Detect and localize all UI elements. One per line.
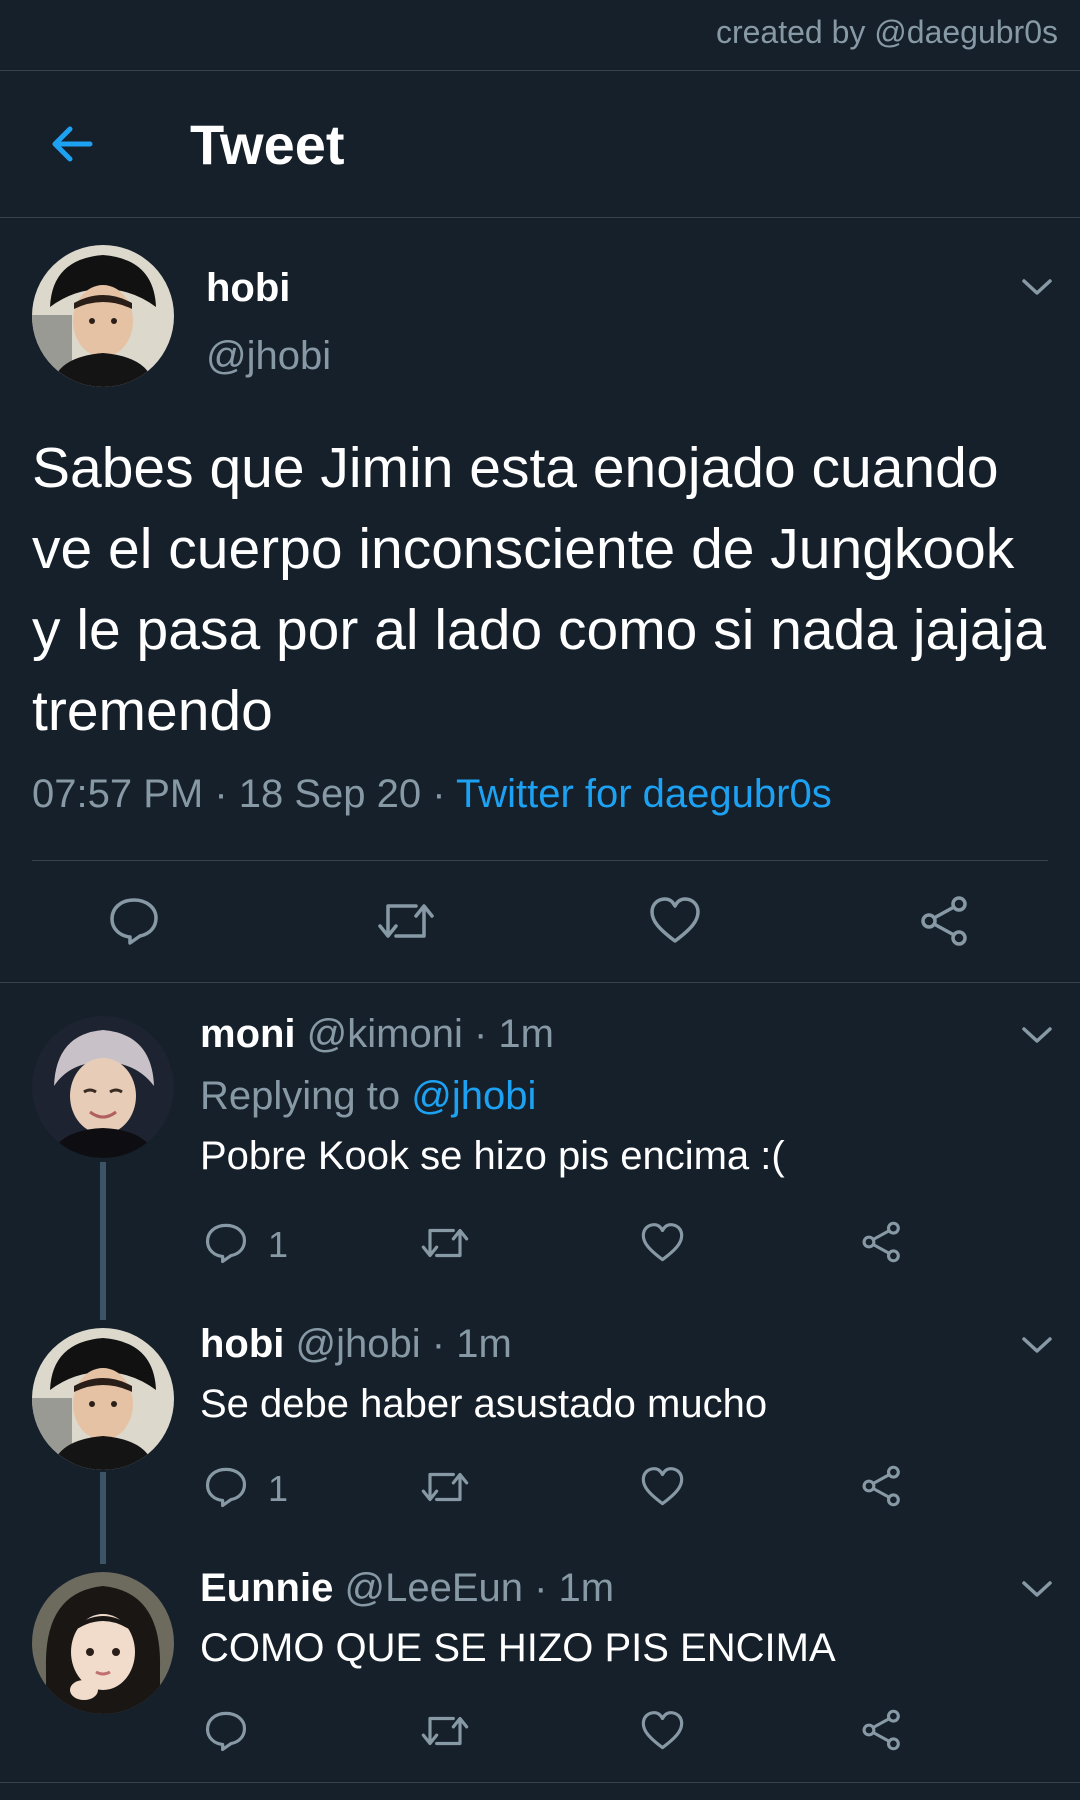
like-icon[interactable]: [640, 1710, 685, 1757]
reply-text: Se debe haber asustado mucho: [200, 1382, 768, 1426]
reply-icon[interactable]: [108, 896, 160, 951]
thread-line: [100, 1162, 106, 1320]
replying-to-mention[interactable]: @jhobi: [411, 1074, 536, 1118]
replying-to: Replying to @jhobi: [200, 1074, 536, 1119]
page-title: Tweet: [190, 113, 345, 176]
reply-count: 1: [268, 1468, 289, 1509]
chevron-down-icon[interactable]: [1020, 1578, 1054, 1600]
retweet-icon[interactable]: [420, 1466, 470, 1513]
credit-bar: created by @daegubr0s: [0, 0, 1080, 71]
reply-header: Eunnie @LeeEun · 1m: [200, 1566, 614, 1611]
avatar[interactable]: [32, 245, 174, 387]
tweet-text: Sabes que Jimin esta enojado cuando ve e…: [32, 436, 1046, 743]
reply-text: Pobre Kook se hizo pis encima :(: [200, 1134, 785, 1178]
share-icon[interactable]: [860, 1464, 904, 1513]
reply-count: 1: [268, 1224, 289, 1265]
reply-author-handle[interactable]: @LeeEun: [344, 1566, 523, 1610]
chevron-down-icon[interactable]: [1020, 1334, 1054, 1356]
like-icon[interactable]: [640, 1466, 685, 1513]
avatar[interactable]: [32, 1572, 174, 1714]
tweet-time: 07:57 PM: [32, 772, 204, 816]
reply-icon[interactable]: [204, 1710, 248, 1757]
retweet-icon[interactable]: [420, 1710, 470, 1757]
arrow-left-icon[interactable]: [48, 120, 96, 168]
divider: [0, 982, 1080, 983]
reply-icon[interactable]: [204, 1222, 248, 1269]
avatar[interactable]: [32, 1016, 174, 1158]
reply-author-name[interactable]: Eunnie: [200, 1566, 333, 1610]
tweet-date: 18 Sep 20: [238, 772, 422, 816]
credit-text: created by @daegubr0s: [715, 14, 1058, 50]
reply-header: moni @kimoni · 1m: [200, 1012, 554, 1057]
app-header: Tweet: [0, 70, 1080, 218]
reply-text: COMO QUE SE HIZO PIS ENCIMA: [200, 1626, 836, 1670]
retweet-icon[interactable]: [420, 1222, 470, 1269]
reply-time: · 1m: [534, 1566, 615, 1610]
reply-author-handle[interactable]: @jhobi: [296, 1322, 421, 1366]
divider: [32, 860, 1048, 861]
reply-author-name[interactable]: moni: [200, 1012, 296, 1056]
meta-separator: ·: [203, 772, 239, 816]
reply-header: hobi @jhobi · 1m: [200, 1322, 512, 1367]
author-handle[interactable]: @jhobi: [206, 334, 331, 379]
reply-author-name[interactable]: hobi: [200, 1322, 284, 1366]
like-icon[interactable]: [648, 896, 702, 951]
reply-icon[interactable]: [204, 1466, 248, 1513]
reply-time: · 1m: [474, 1012, 554, 1056]
share-icon[interactable]: [918, 894, 972, 953]
chevron-down-icon[interactable]: [1020, 276, 1054, 298]
share-icon[interactable]: [860, 1220, 904, 1269]
share-icon[interactable]: [860, 1708, 904, 1757]
tweet-meta: 07:57 PM · 18 Sep 20 · Twitter for daegu…: [32, 772, 832, 817]
replying-to-prefix: Replying to: [200, 1074, 412, 1118]
reply-author-handle[interactable]: @kimoni: [307, 1012, 463, 1056]
meta-separator: ·: [421, 772, 456, 816]
thread-line: [100, 1472, 106, 1564]
reply-time: · 1m: [431, 1322, 512, 1366]
avatar[interactable]: [32, 1328, 174, 1470]
chevron-down-icon[interactable]: [1020, 1024, 1054, 1046]
tweet-source-link[interactable]: Twitter for daegubr0s: [456, 772, 832, 816]
author-name[interactable]: hobi: [206, 266, 290, 311]
like-icon[interactable]: [640, 1222, 685, 1269]
retweet-icon[interactable]: [376, 896, 436, 951]
divider: [0, 1782, 1080, 1783]
